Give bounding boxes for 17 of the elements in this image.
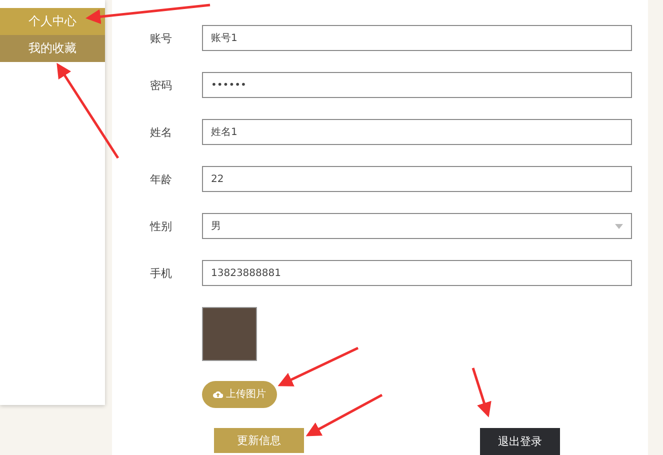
annotation-arrow [472, 368, 492, 418]
input-field[interactable]: 22 [202, 166, 632, 192]
field-label: 账号 [150, 30, 173, 46]
input-field[interactable]: 姓名1 [202, 119, 632, 145]
field-label: 性别 [150, 218, 173, 234]
logout-button[interactable]: 退出登录 [480, 428, 560, 455]
select-field[interactable]: 男 [202, 213, 632, 239]
input-field[interactable]: 账号1 [202, 25, 632, 51]
cloud-upload-icon [213, 390, 223, 398]
input-field[interactable]: 13823888881 [202, 260, 632, 286]
field-label: 手机 [150, 266, 173, 280]
photo-placeholder [202, 307, 257, 361]
dropdown-icon [615, 224, 623, 228]
input-field[interactable]: •••••• [202, 72, 632, 98]
field-label: 密码 [150, 78, 173, 92]
field-label: 姓名 [150, 124, 173, 140]
field-label: 年龄 [150, 172, 173, 186]
